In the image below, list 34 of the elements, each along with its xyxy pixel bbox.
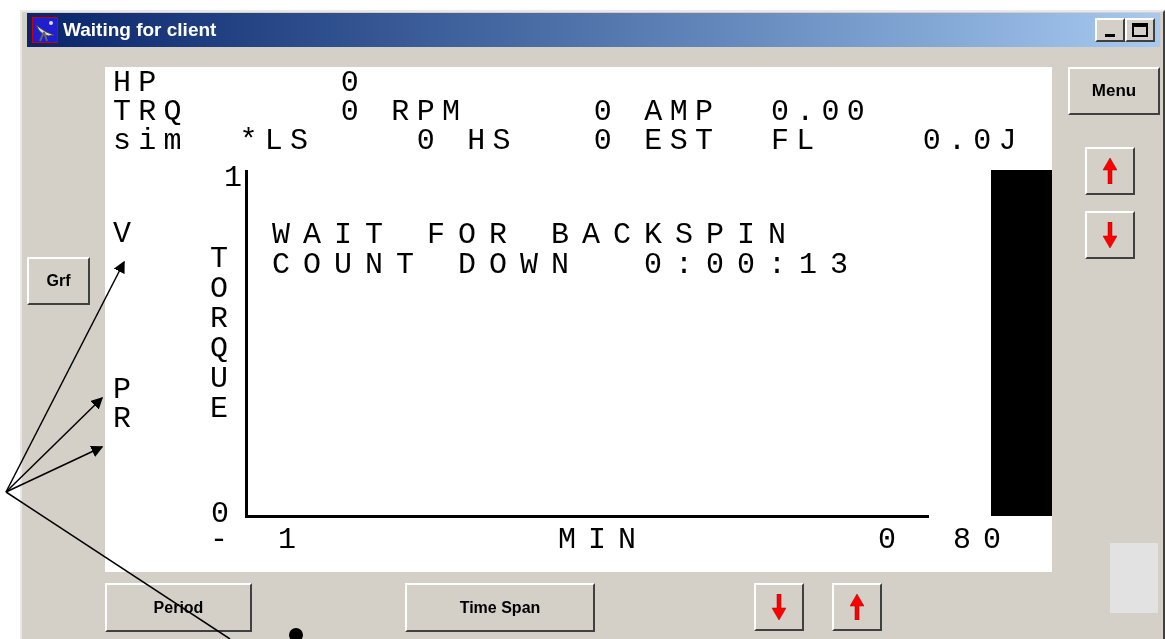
trace-label: V xyxy=(113,220,131,249)
maximize-button[interactable] xyxy=(1125,18,1155,42)
x-axis-label: 0 xyxy=(878,525,909,555)
scale-up-button[interactable] xyxy=(1085,147,1135,195)
status-message: COUNT DOWN 0:00:13 xyxy=(272,250,862,280)
maximize-icon xyxy=(1132,23,1148,37)
scale-down-button[interactable] xyxy=(1085,211,1135,259)
y-axis-title: TORQUE xyxy=(210,244,229,424)
up-arrow-icon xyxy=(1103,158,1117,184)
blank-panel xyxy=(1110,543,1158,613)
x-axis-label: 1 xyxy=(278,525,309,555)
satellite-dish-icon xyxy=(32,17,58,43)
down-arrow-icon xyxy=(1103,222,1117,248)
x-axis-label: 80 xyxy=(953,525,1014,555)
trace-label: R xyxy=(113,405,131,434)
window-title: Waiting for client xyxy=(63,17,217,42)
readout-line: HP 0 xyxy=(113,69,367,98)
x-axis-label: - xyxy=(210,525,240,555)
x-axis-label: MIN xyxy=(558,525,649,555)
y-axis-max: 1 xyxy=(224,164,242,192)
menu-button[interactable]: Menu xyxy=(1068,67,1160,115)
minimize-icon xyxy=(1105,34,1115,37)
scroll-down-button[interactable] xyxy=(754,583,804,631)
down-arrow-icon xyxy=(772,594,786,620)
status-message: WAIT FOR BACKSPIN xyxy=(272,220,800,250)
time-span-button[interactable]: Time Span xyxy=(405,583,595,632)
scroll-up-button[interactable] xyxy=(832,583,882,631)
readout-line: TRQ 0 RPM 0 AMP 0.00 xyxy=(113,98,873,127)
trace-label: P xyxy=(113,376,131,405)
y-axis-min: 0 xyxy=(211,500,229,528)
minimize-button[interactable] xyxy=(1095,18,1125,42)
graph-button[interactable]: Grf xyxy=(27,257,90,305)
up-arrow-icon xyxy=(850,594,864,620)
readout-line: sim *LS 0 HS 0 EST FL 0.0J xyxy=(113,127,1024,156)
